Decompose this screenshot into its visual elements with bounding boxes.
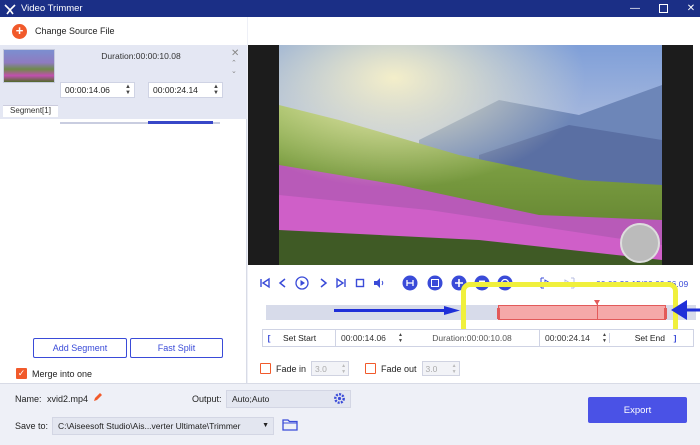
segment-label: Segment[1] — [3, 105, 58, 117]
add-icon[interactable]: + — [12, 23, 27, 39]
chevron-down-icon[interactable]: ▼ — [262, 422, 269, 429]
fade-out-label: Fade out — [381, 363, 417, 374]
name-label: Name: — [15, 394, 42, 404]
save-path-dropdown[interactable]: C:\Aiseesoft Studio\Ais...verter Ultimat… — [52, 417, 274, 435]
fast-split-button[interactable]: Fast Split — [130, 338, 223, 358]
set-start-button[interactable]: Set Start — [275, 333, 335, 343]
file-name: xvid2.mp4 — [47, 394, 89, 404]
stepper-icon[interactable]: ▲ ▼ — [125, 84, 131, 96]
previous-frame-icon[interactable] — [276, 273, 290, 293]
maximize-icon[interactable] — [658, 4, 668, 14]
jump-to-end-icon[interactable] — [334, 273, 348, 293]
video-preview[interactable] — [248, 45, 693, 265]
jump-to-start-icon[interactable] — [258, 273, 272, 293]
title-bar: Video Trimmer — ✕ — [0, 0, 700, 17]
stepper-icon[interactable]: ▲ ▼ — [341, 363, 346, 375]
split-icon[interactable] — [427, 273, 443, 293]
stepper-icon[interactable]: ▲ ▼ — [213, 84, 219, 96]
export-button[interactable]: Export — [588, 397, 687, 423]
segment-start-time[interactable]: 00:00:14.06 ▲ ▼ — [60, 82, 135, 98]
trim-settings-row: [ Set Start 00:00:14.06 ▲ ▼ Duration:00:00… — [262, 329, 694, 347]
trim-end-time[interactable]: 00:00:24.14 ▲ ▼ — [539, 330, 609, 346]
copy-segment-icon[interactable] — [402, 273, 418, 293]
segment-duration: Duration:00:00:10.08 — [101, 51, 181, 61]
set-start-icon[interactable]: [ — [263, 333, 275, 343]
minimize-icon[interactable]: — — [630, 3, 640, 14]
fade-out-value[interactable]: 3.0 ▲ ▼ — [421, 361, 460, 376]
fade-out-checkbox[interactable] — [365, 363, 376, 374]
segment-panel: + Change Source File Segment[1] Duration… — [0, 17, 247, 383]
segment-item[interactable]: Segment[1] Duration:00:00:10.08 00:00:14… — [0, 45, 247, 124]
right-arrow-annotation — [671, 300, 700, 320]
video-frame — [279, 45, 662, 265]
stepper-icon[interactable]: ▲ ▼ — [452, 363, 457, 375]
output-label: Output: — [192, 394, 222, 404]
change-source-row[interactable]: + Change Source File — [0, 17, 247, 45]
fade-in-control[interactable]: Fade in 3.0 ▲ ▼ — [260, 361, 350, 376]
trim-duration: Duration:00:00:10.08 — [432, 333, 512, 343]
reorder-icon[interactable]: ⌃ ⌄ — [231, 60, 237, 76]
change-source-label[interactable]: Change Source File — [35, 26, 115, 36]
folder-icon[interactable] — [282, 418, 298, 433]
play-icon[interactable] — [294, 273, 310, 293]
watermark-logo — [620, 223, 660, 263]
add-segment-button[interactable]: Add Segment — [33, 338, 127, 358]
set-end-button[interactable]: Set End — [609, 333, 669, 343]
volume-icon[interactable] — [372, 273, 386, 293]
settings-gear-icon[interactable] — [333, 392, 346, 407]
fade-in-value[interactable]: 3.0 ▲ ▼ — [311, 361, 350, 376]
merge-checkbox[interactable]: ✓ Merge into one — [16, 368, 92, 379]
stepper-icon[interactable]: ▲ ▼ — [398, 332, 403, 344]
segment-end-time[interactable]: 00:00:24.14 ▲ ▼ — [148, 82, 223, 98]
edit-name-icon[interactable] — [93, 392, 103, 404]
save-to-label: Save to: — [15, 421, 49, 431]
fade-in-label: Fade in — [276, 363, 307, 374]
trim-start-time[interactable]: 00:00:14.06 ▲ ▼ — [335, 330, 405, 346]
left-arrow-annotation — [334, 306, 460, 315]
stop-icon[interactable] — [354, 273, 366, 293]
close-icon[interactable]: ✕ — [686, 3, 696, 14]
next-frame-icon[interactable] — [316, 273, 330, 293]
fade-out-control[interactable]: Fade out 3.0 ▲ ▼ — [365, 361, 460, 376]
preview-panel: 00:00:20.15/00:00:26.09 [ Set Start 00:0… — [248, 17, 700, 383]
app-logo-icon — [4, 3, 16, 15]
checkbox-checked-icon[interactable]: ✓ — [16, 368, 27, 379]
window-title: Video Trimmer — [21, 3, 83, 14]
segment-progress-fill — [148, 121, 213, 124]
segment-thumbnail — [3, 49, 55, 83]
delete-segment-icon[interactable]: ✕ — [231, 48, 239, 59]
set-end-icon[interactable]: ] — [669, 333, 681, 343]
fade-in-checkbox[interactable] — [260, 363, 271, 374]
stepper-icon[interactable]: ▲ ▼ — [602, 332, 607, 344]
merge-label: Merge into one — [32, 368, 93, 379]
